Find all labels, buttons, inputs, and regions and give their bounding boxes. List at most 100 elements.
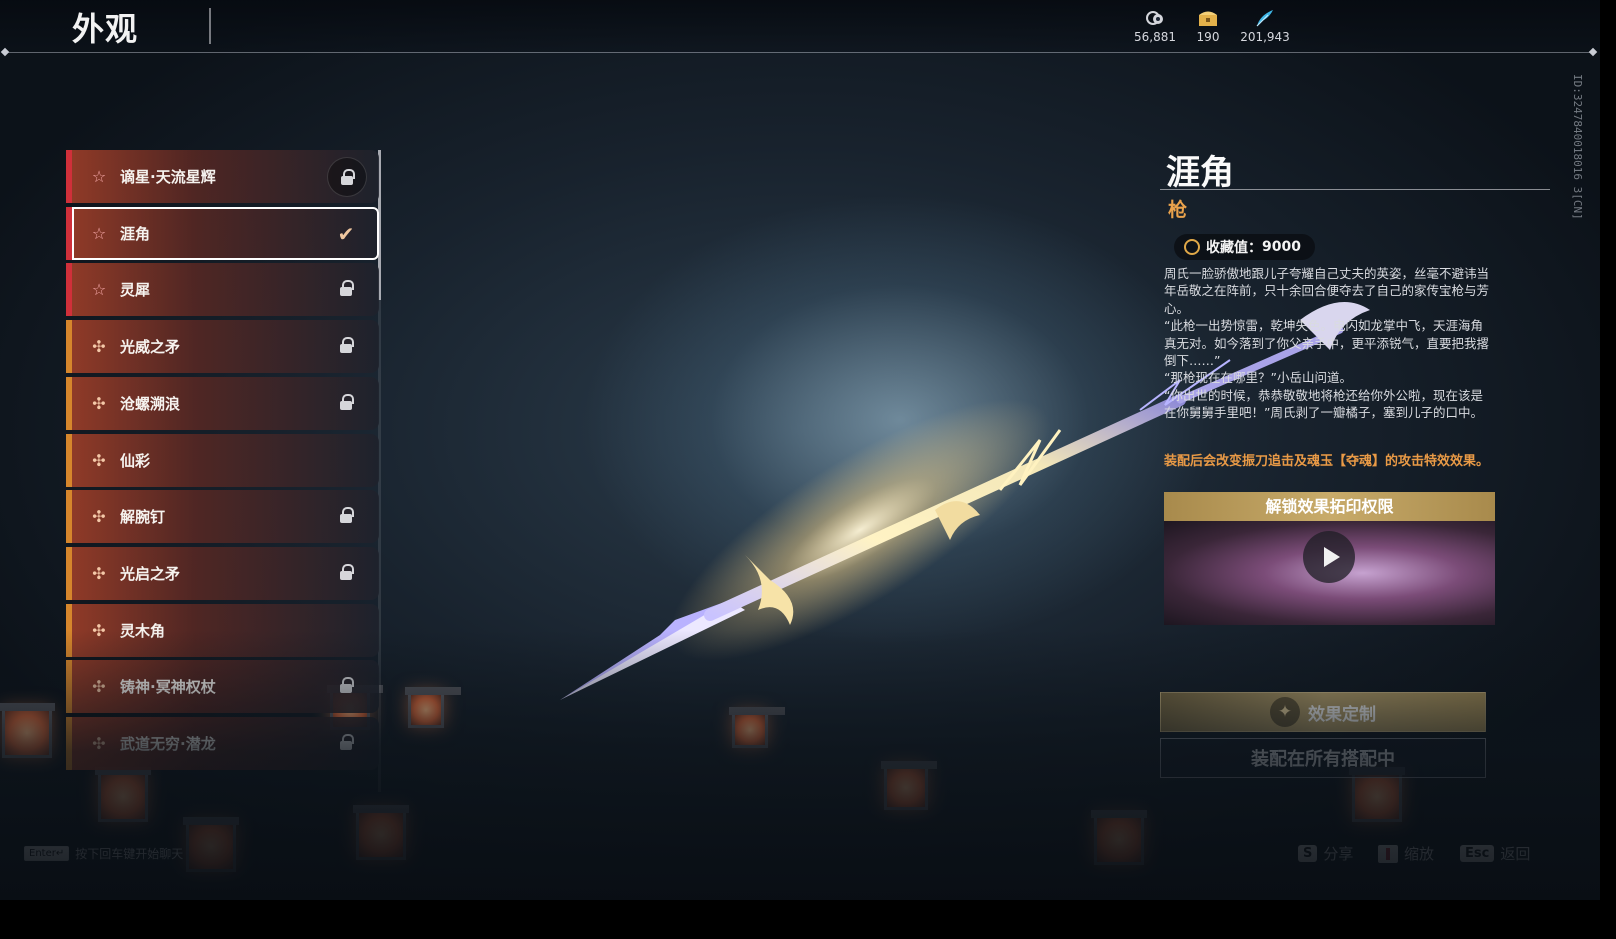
skin-list-item-label: 涯角 [120,225,151,243]
lore-paragraph: “此枪一出势惊雷，乾坤失色。电闪如龙掌中飞，天涯海角真无对。如今落到了你父亲手中… [1164,318,1490,369]
collection-value-badge: 收藏值： 9000 [1174,234,1315,260]
skin-list-item-label: 沧螺溯浪 [120,395,181,413]
share-key: S [1298,845,1318,862]
title-divider [209,8,211,44]
equip-all-button[interactable]: 装配在所有搭配中 [1160,738,1486,778]
lore-paragraph: “那枪现在在哪里？”小岳山问道。 [1164,370,1352,386]
header-rule [4,52,1596,53]
skin-list-item-label: 武道无穷·潜龙 [120,735,216,753]
star-outline-icon: ☆ [91,224,107,243]
lock-icon [331,279,361,300]
back-button[interactable]: Esc 返回 [1460,843,1530,864]
cross-flower-icon: ✣ [92,394,106,413]
skin-list-item-label: 仙彩 [120,452,151,470]
lore-paragraph: 周氏一脸骄傲地跟儿子夸耀自己丈夫的英姿，丝毫不避讳当年岳敬之在阵前，只十余回合便… [1164,266,1490,316]
chat-hint-label: 按下回车键开始聊天 [75,847,184,861]
zoom-label: 缩放 [1404,845,1435,863]
appearance-scene: 外观 56,881 190 201,943 ID:3247840018016 3… [0,0,1600,900]
zoom-button[interactable]: 缩放 [1378,843,1434,864]
cross-flower-icon: ✣ [92,677,106,696]
currency-feathers: 201,943 [1230,9,1300,44]
star-outline-icon: ☆ [91,167,107,186]
skin-list-item-label: 解腕钉 [120,508,166,526]
skin-list-item[interactable]: ✣ 沧螺溯浪 [66,377,379,430]
lock-icon [331,336,361,357]
skin-list-item[interactable]: ✣ 武道无穷·潜龙 [66,717,379,770]
blue-feather-icon [1256,10,1273,27]
lock-icon [327,156,367,197]
top-bar: 外观 56,881 190 201,943 [0,0,1600,57]
lock-icon [331,676,361,697]
cross-flower-icon: ✣ [92,337,106,356]
lock-glyph [339,676,354,693]
lock-glyph [339,733,354,750]
cross-flower-icon: ✣ [92,507,106,526]
skin-list-item[interactable]: ☆ 谪星·天流星辉 [66,150,379,203]
lore-paragraph: “你出世的时候，恭恭敬敬地将枪还给你外公啦，现在该是在你舅舅手里吧！”周氏剥了一… [1164,387,1483,421]
cross-flower-icon: ✣ [92,621,106,640]
skin-list-item[interactable]: ☆ 灵犀 [66,263,379,316]
play-icon [1323,547,1340,567]
lantern [729,707,785,748]
mouse-wheel-icon [1378,844,1398,863]
skin-name: 涯角 [1166,153,1234,193]
lock-glyph [339,506,354,523]
detail-rule [1160,189,1550,190]
effect-preview-card[interactable]: 解锁效果拓印权限 [1164,492,1495,625]
player-uid: ID:3247840018016 3[CN] [1571,74,1584,220]
weapon-type: 枪 [1168,199,1188,221]
coin-swirl-icon [1146,11,1163,25]
skin-list-item-label: 光启之矛 [120,565,181,583]
rule-ornament [1588,47,1598,57]
lock-glyph [339,279,354,296]
lantern [405,687,461,728]
skin-list-item-label: 谪星·天流星辉 [120,168,216,186]
currency-feathers-value: 201,943 [1240,30,1290,44]
rule-ornament [0,47,10,57]
lantern [0,703,55,758]
lantern [1349,767,1405,822]
skin-list-item-label: 灵犀 [120,281,151,299]
enter-key: Enter↵ [24,846,70,861]
skin-list-item-label: 光威之矛 [120,338,181,356]
skin-list-item[interactable]: ✣ 灵木角 [66,604,379,657]
skin-list: ☆ 谪星·天流星辉 ☆ 涯角 ✔ ☆ 灵犀 ✣ 光威之矛 ✣ 沧螺溯浪 ✣ 仙彩 ✣ 解腕钉 ✣ 光启之矛 ✣ 灵木… [66,150,380,792]
skin-list-item[interactable]: ✣ 铸神·冥神权杖 [66,660,379,713]
effect-note: 装配后会改变振刀追击及魂玉【夺魂】的攻击特效效果。 [1164,454,1490,469]
esc-key: Esc [1460,845,1495,862]
lock-glyph [340,168,355,185]
lock-icon [331,563,361,584]
share-button[interactable]: S 分享 [1298,843,1353,864]
skin-list-item[interactable]: ✣ 光启之矛 [66,547,379,600]
play-button[interactable] [1303,531,1355,583]
page-title: 外观 [72,10,139,48]
collection-label: 收藏值： [1206,240,1262,256]
star-outline-icon: ☆ [91,280,107,299]
skin-list-item[interactable]: ✣ 光威之矛 [66,320,379,373]
lock-glyph [339,563,354,580]
checkmark-icon: ✔ [337,221,355,246]
lantern [1091,810,1147,865]
effect-preview-title: 解锁效果拓印权限 [1164,492,1495,521]
lock-glyph [339,336,354,353]
skin-list-item[interactable]: ✣ 仙彩 [66,434,379,487]
skin-list-item[interactable]: ✣ 解腕钉 [66,490,379,543]
lantern [881,761,937,810]
chat-hint[interactable]: Enter↵ 按下回车键开始聊天 [24,845,183,862]
share-label: 分享 [1323,845,1354,863]
skin-list-item-label: 灵木角 [120,622,166,640]
lore-text: 周氏一脸骄傲地跟儿子夸耀自己丈夫的英姿，丝毫不避讳当年岳敬之在阵前，只十余回合便… [1164,265,1494,422]
lantern [183,817,239,872]
effect-preview-thumbnail [1164,521,1495,625]
skin-list-item[interactable]: ☆ 涯角 ✔ [66,207,379,260]
lock-glyph [339,393,354,410]
collection-icon [1184,239,1200,255]
skin-list-item-label: 铸神·冥神权杖 [120,678,216,696]
wand-icon: ✦ [1270,697,1300,727]
back-label: 返回 [1500,845,1531,863]
gold-chest-icon [1199,11,1217,26]
effect-customize-button[interactable]: ✦ 效果定制 [1160,692,1486,732]
lantern [353,805,409,860]
lock-icon [331,733,361,754]
cross-flower-icon: ✣ [92,734,106,753]
